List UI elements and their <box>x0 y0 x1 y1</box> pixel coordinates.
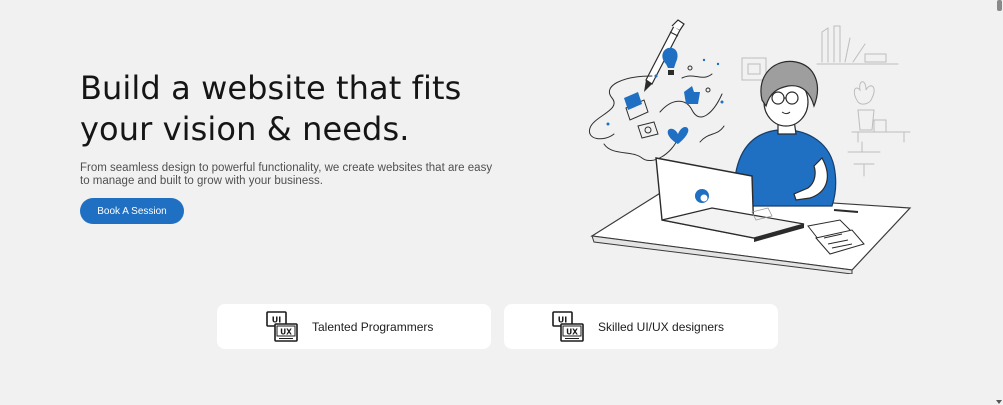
landing-page: Build a website that fits your vision & … <box>0 0 1003 405</box>
hero-subtitle: From seamless design to powerful functio… <box>80 162 493 187</box>
hero-title-line-1: Build a website that fits <box>80 69 462 107</box>
ui-text: UI <box>558 315 567 324</box>
scroll-down-arrow-icon[interactable] <box>996 400 1002 404</box>
ui-ux-icon: UI UX <box>266 310 298 342</box>
vertical-scrollbar[interactable] <box>995 0 1003 405</box>
feature-label-designers: Skilled UI/UX designers <box>598 319 725 334</box>
hero-title: Build a website that fits your vision & … <box>80 68 490 150</box>
ux-text: UX <box>280 327 292 336</box>
hero-title-line-2: your vision & needs. <box>80 110 410 148</box>
feature-card-designers: UI UX Skilled UI/UX designers <box>504 304 778 349</box>
ui-text: UI <box>272 315 281 324</box>
scrollbar-thumb[interactable] <box>997 0 1002 11</box>
ux-text: UX <box>566 327 578 336</box>
ui-ux-icon: UI UX <box>552 310 584 342</box>
feature-card-programmers: UI UX Talented Programmers <box>217 304 491 349</box>
book-session-button[interactable]: Book A Session <box>80 198 184 224</box>
developer-illustration <box>588 19 912 274</box>
feature-label-programmers: Talented Programmers <box>312 319 434 334</box>
